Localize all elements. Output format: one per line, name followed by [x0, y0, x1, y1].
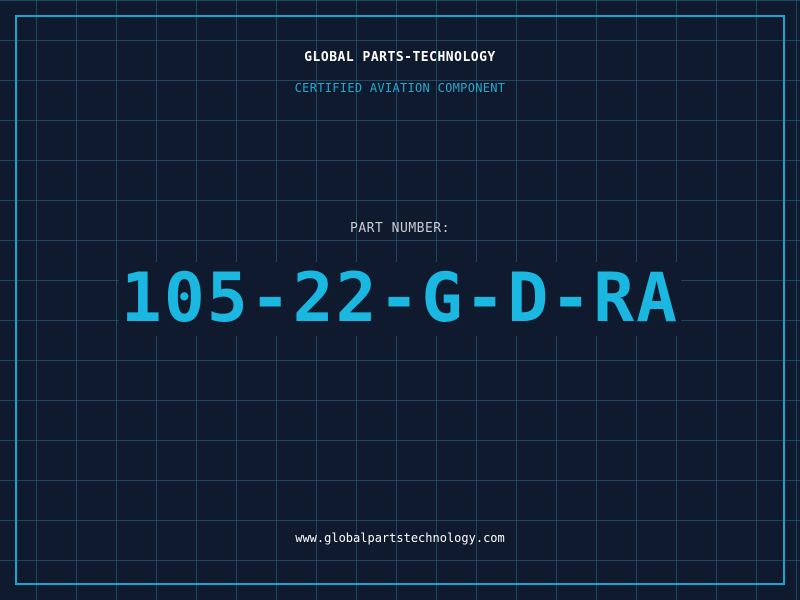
company-name: GLOBAL PARTS-TECHNOLOGY — [304, 50, 496, 65]
website-url: www.globalpartstechnology.com — [295, 531, 505, 545]
part-number-container: 105-22-G-D-RA — [0, 262, 800, 336]
part-number-value: 105-22-G-D-RA — [118, 259, 682, 338]
tagline: CERTIFIED AVIATION COMPONENT — [294, 81, 506, 95]
part-number-label: PART NUMBER: — [350, 221, 450, 236]
